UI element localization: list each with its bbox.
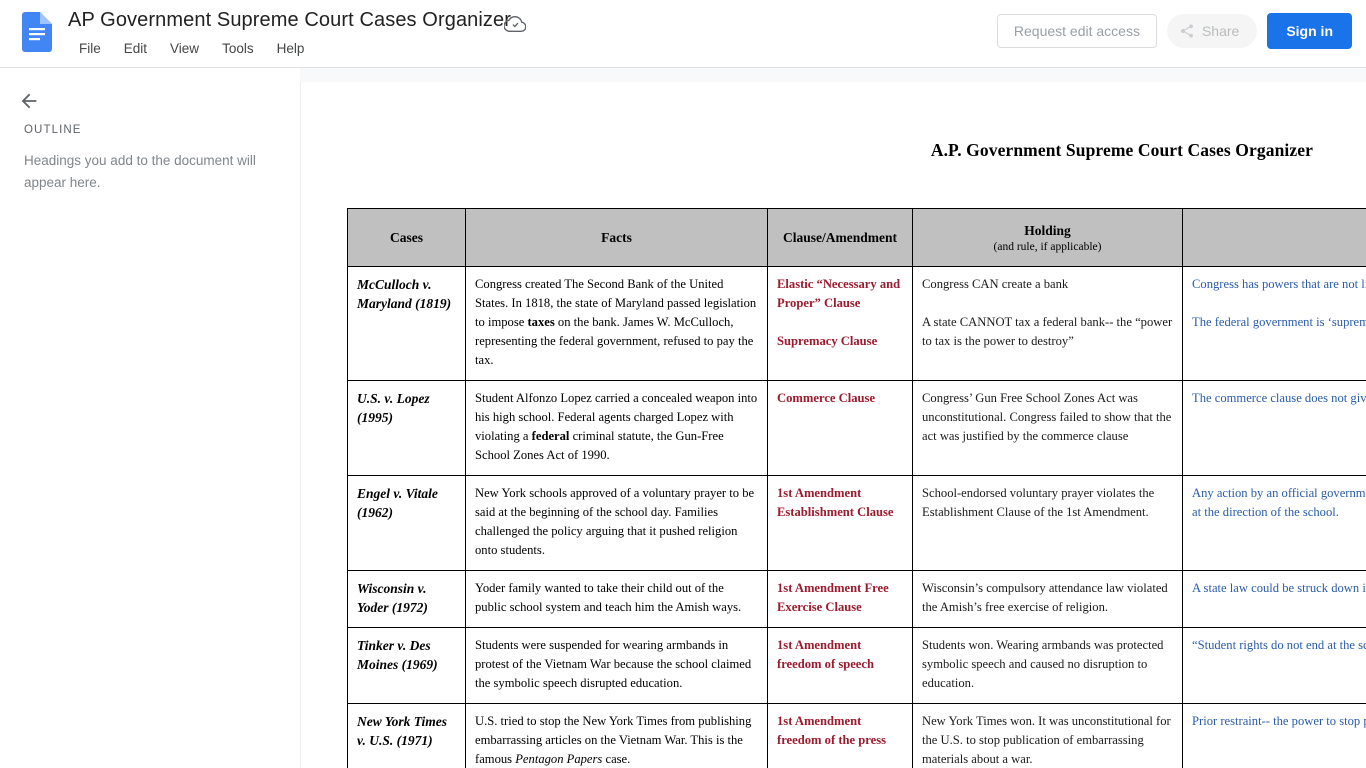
facts-post: case.: [602, 752, 631, 766]
cell-clause: Commerce Clause: [767, 380, 913, 476]
cell-facts: Student Alfonzo Lopez carried a conceale…: [465, 380, 768, 476]
table-row: Tinker v. Des Moines (1969) Students wer…: [347, 627, 1366, 704]
menu-bar: File Edit View Tools Help: [72, 38, 311, 60]
cell-case: McCulloch v. Maryland (1819): [347, 266, 466, 381]
cell-precedent: Congress has powers that are not listed …: [1182, 266, 1366, 381]
document-title-block: AP Government Supreme Court Cases Organi…: [68, 6, 511, 34]
document-page: A.P. Government Supreme Court Cases Orga…: [300, 82, 1366, 768]
cell-clause: 1st Amendment freedom of the press: [767, 703, 913, 768]
cloud-saved-icon[interactable]: [503, 13, 527, 35]
cell-clause: 1st Amendment Free Exercise Clause: [767, 570, 913, 628]
back-arrow-icon[interactable]: [18, 90, 40, 112]
document-heading: A.P. Government Supreme Court Cases Orga…: [930, 140, 1313, 160]
clause-line-2: Supremacy Clause: [777, 334, 878, 348]
cell-case: U.S. v. Lopez (1995): [347, 380, 466, 476]
cell-facts: U.S. tried to stop the New York Times fr…: [465, 703, 768, 768]
cell-case: New York Times v. U.S. (1971): [347, 703, 466, 768]
precedent-spacer: [1192, 294, 1366, 313]
menu-item-edit[interactable]: Edit: [117, 38, 154, 60]
table-row: U.S. v. Lopez (1995) Student Alfonzo Lop…: [347, 380, 1366, 476]
holding-line-2: A state CANNOT tax a federal bank-- the …: [922, 315, 1173, 348]
cell-holding: Congress CAN create a bank A state CANNOT…: [912, 266, 1183, 381]
table-header-row: Cases Facts Clause/Amendment Holding (an…: [347, 208, 1366, 267]
clause-line-1: Commerce Clause: [777, 391, 876, 405]
cell-precedent: The commerce clause does not give: [1182, 380, 1366, 476]
supreme-court-cases-table: Cases Facts Clause/Amendment Holding (an…: [347, 208, 1366, 768]
clause-spacer: [777, 313, 903, 332]
column-header-facts: Facts: [465, 208, 768, 267]
cell-holding: Students won. Wearing armbands was prote…: [912, 627, 1183, 704]
cell-holding: School-endorsed voluntary prayer violate…: [912, 475, 1183, 571]
cell-facts: Students were suspended for wearing armb…: [465, 627, 768, 704]
outline-heading: OUTLINE: [24, 124, 82, 136]
cell-facts: Congress created The Second Bank of the …: [465, 266, 768, 381]
share-button-label: Share: [1201, 23, 1240, 39]
column-header-holding-label: Holding: [1024, 222, 1071, 238]
facts-bold: taxes: [527, 315, 555, 329]
precedent-line-1: Congress has powers that are not listed …: [1192, 277, 1366, 291]
request-edit-access-button[interactable]: Request edit access: [996, 14, 1157, 48]
table-row: Engel v. Vitale (1962) New York schools …: [347, 475, 1366, 571]
table-row: Wisconsin v. Yoder (1972) Yoder family w…: [347, 570, 1366, 628]
cell-facts: Yoder family wanted to take their child …: [465, 570, 768, 628]
column-header-holding: Holding (and rule, if applicable): [912, 208, 1183, 267]
share-icon: [1179, 23, 1195, 39]
google-docs-logo[interactable]: [22, 12, 52, 52]
cell-precedent: Prior restraint-- the power to stop publ…: [1182, 703, 1366, 768]
holding-spacer: [922, 294, 1173, 313]
cell-clause: 1st Amendment freedom of speech: [767, 627, 913, 704]
column-header-precedent: Precedent: [1182, 208, 1366, 267]
holding-line-1: Congress CAN create a bank: [922, 277, 1069, 291]
menu-item-file[interactable]: File: [72, 38, 108, 60]
cell-holding: Wisconsin’s compulsory attendance law vi…: [912, 570, 1183, 628]
cell-holding: New York Times won. It was unconstitutio…: [912, 703, 1183, 768]
cell-precedent: “Student rights do not end at the school…: [1182, 627, 1366, 704]
column-header-cases: Cases: [347, 208, 466, 267]
cell-clause: 1st Amendment Establishment Clause: [767, 475, 913, 571]
cell-facts: New York schools approved of a voluntary…: [465, 475, 768, 571]
document-canvas[interactable]: A.P. Government Supreme Court Cases Orga…: [300, 68, 1366, 768]
cell-clause: Elastic “Necessary and Proper” Clause Sup…: [767, 266, 913, 381]
cell-case: Wisconsin v. Yoder (1972): [347, 570, 466, 628]
table-body: McCulloch v. Maryland (1819) Congress cr…: [347, 266, 1366, 768]
table-row: McCulloch v. Maryland (1819) Congress cr…: [347, 266, 1366, 381]
facts-italic: Pentagon Papers: [515, 752, 603, 766]
menu-item-view[interactable]: View: [163, 38, 206, 60]
cell-case: Tinker v. Des Moines (1969): [347, 627, 466, 704]
precedent-line-2: The federal government is ‘supreme’: [1192, 315, 1366, 329]
table-row: New York Times v. U.S. (1971) U.S. tried…: [347, 703, 1366, 768]
outline-panel: OUTLINE Headings you add to the document…: [0, 68, 300, 768]
outline-empty-text: Headings you add to the document will ap…: [24, 153, 256, 190]
facts-bold: federal: [531, 429, 570, 443]
cell-precedent: A state law could be struck down if it b…: [1182, 570, 1366, 628]
cell-case: Engel v. Vitale (1962): [347, 475, 466, 571]
sign-in-button[interactable]: Sign in: [1267, 13, 1352, 49]
column-header-clause: Clause/Amendment: [767, 208, 913, 267]
header-actions: Request edit access Share Sign in: [996, 13, 1352, 49]
clause-line-1: Elastic “Necessary and Proper” Clause: [777, 277, 901, 310]
document-title[interactable]: AP Government Supreme Court Cases Organi…: [68, 6, 511, 34]
column-header-holding-sub: (and rule, if applicable): [993, 240, 1102, 253]
menu-item-help[interactable]: Help: [270, 38, 312, 60]
precedent-line-1: The commerce clause does not give: [1192, 391, 1366, 405]
share-button[interactable]: Share: [1166, 14, 1258, 48]
cell-precedent: Any action by an official government can…: [1182, 475, 1366, 571]
app-header: AP Government Supreme Court Cases Organi…: [0, 0, 1366, 68]
holding-line-1: Congress’ Gun Free School Zones Act was …: [922, 391, 1172, 443]
menu-item-tools[interactable]: Tools: [215, 38, 261, 60]
cell-holding: Congress’ Gun Free School Zones Act was …: [912, 380, 1183, 476]
